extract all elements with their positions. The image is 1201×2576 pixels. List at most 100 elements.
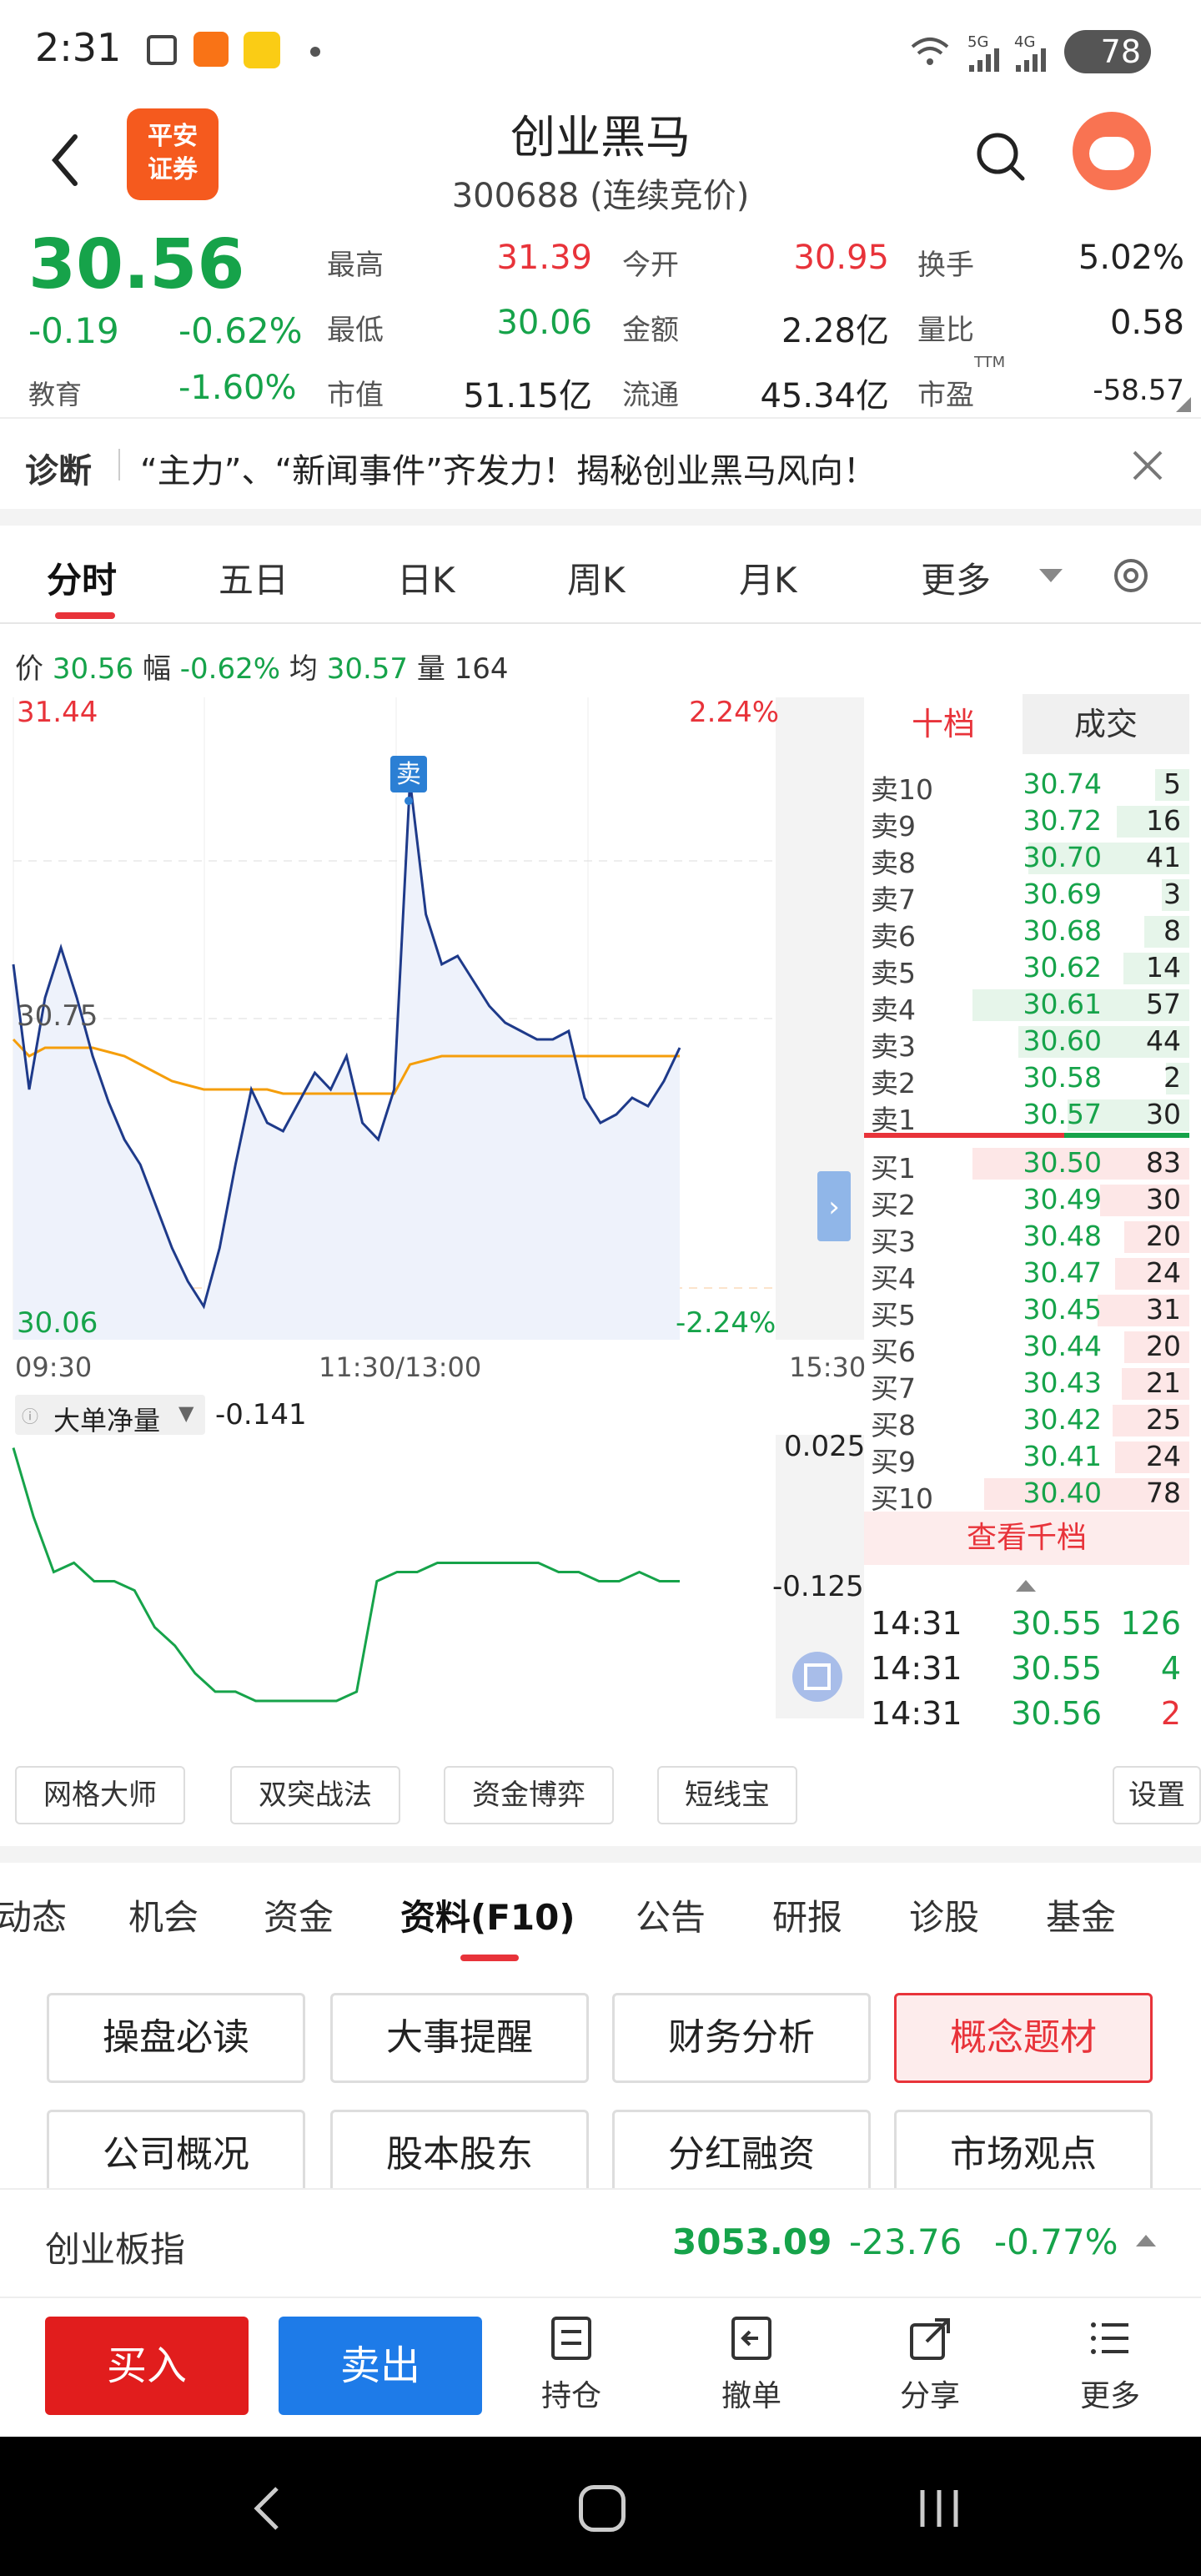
more-button[interactable]: 更多	[1064, 2315, 1156, 2432]
btn-dividends[interactable]: 分红融资	[612, 2110, 871, 2188]
bid-row[interactable]: 买8 30.42 25	[864, 1401, 1189, 1441]
x-label-mid: 11:30/13:00	[319, 1351, 482, 1383]
collapse-icon[interactable]	[1016, 1580, 1036, 1592]
ask-row[interactable]: 卖3 30.60 44	[864, 1023, 1189, 1063]
system-home-icon[interactable]	[579, 2485, 626, 2532]
bid-row[interactable]: 买3 30.48 20	[864, 1218, 1189, 1258]
indicator-chart[interactable]	[0, 1435, 864, 1745]
assistant-avatar[interactable]	[1073, 112, 1151, 190]
index-ticker[interactable]: 创业板指 3053.09 -23.76 -0.77%	[0, 2188, 1201, 2297]
ask-row[interactable]: 卖8 30.70 41	[864, 839, 1189, 879]
btn-concept-themes[interactable]: 概念题材	[894, 1993, 1153, 2083]
search-icon[interactable]	[974, 130, 1028, 184]
tab-daily-k[interactable]: 日K	[397, 552, 455, 603]
bid-row[interactable]: 买4 30.47 24	[864, 1255, 1189, 1295]
close-icon[interactable]	[1129, 447, 1166, 484]
tab-weekly-k[interactable]: 周K	[567, 552, 626, 603]
btn-company-profile[interactable]: 公司概况	[47, 2110, 305, 2188]
indicator-name: 大单净量	[53, 1405, 161, 1436]
index-value: 3053.09	[672, 2221, 832, 2262]
tab-opportunity[interactable]: 机会	[128, 1889, 198, 1940]
tab-announcements[interactable]: 公告	[636, 1889, 706, 1940]
ask-row[interactable]: 卖1 30.57 30	[864, 1096, 1189, 1136]
system-back-icon[interactable]	[247, 2483, 289, 2533]
bid-row[interactable]: 买1 30.50 83	[864, 1145, 1189, 1185]
view-more-levels-button[interactable]: 查看千档	[864, 1512, 1189, 1565]
ask-row[interactable]: 卖2 30.58 2	[864, 1059, 1189, 1099]
tab-f10[interactable]: 资料(F10)	[400, 1889, 575, 1940]
ask-row[interactable]: 卖5 30.62 14	[864, 949, 1189, 989]
bid-row[interactable]: 买9 30.41 24	[864, 1438, 1189, 1478]
tool-settings[interactable]: 设置	[1113, 1766, 1201, 1824]
ask-row[interactable]: 卖6 30.68 8	[864, 913, 1189, 953]
bid-row[interactable]: 买2 30.49 30	[864, 1181, 1189, 1221]
settings-gear-icon[interactable]	[1109, 554, 1153, 597]
position-button[interactable]: 持仓	[525, 2315, 617, 2432]
tab-research[interactable]: 研报	[772, 1889, 842, 1940]
indicator-selector[interactable]: ⓘ 大单净量 ▼	[15, 1395, 205, 1436]
ask-list: 卖10 30.74 5 卖9 30.72 16 卖8 30.70 41 卖7 30.69 3 卖6 30.…	[864, 766, 1189, 1136]
diagnosis-banner[interactable]: 诊断 “主力”、“新闻事件”齐发力！揭秘创业黑马风向！	[0, 417, 1201, 509]
level-volume: 3	[1163, 878, 1181, 910]
ask-row[interactable]: 卖9 30.72 16	[864, 802, 1189, 843]
cancel-order-label: 撤单	[721, 2379, 781, 2413]
order-book: 十档 成交 卖10 30.74 5 卖9 30.72 16 卖8 30.70 41 卖7 30.69…	[864, 694, 1201, 1745]
tab-intraday[interactable]: 分时	[47, 552, 117, 603]
tab-funds[interactable]: 资金	[264, 1889, 334, 1940]
level-volume: 2	[1163, 1061, 1181, 1094]
tool-fund-game[interactable]: 资金博弈	[444, 1766, 614, 1824]
level-label: 卖8	[871, 847, 916, 879]
ask-row[interactable]: 卖4 30.61 57	[864, 986, 1189, 1026]
screenshot-icon	[147, 35, 177, 65]
btn-event-reminder[interactable]: 大事提醒	[330, 1993, 589, 2083]
btn-shareholders[interactable]: 股本股东	[330, 2110, 589, 2188]
bid-row[interactable]: 买6 30.44 20	[864, 1328, 1189, 1368]
bid-ask-ratio-green	[1064, 1133, 1189, 1138]
tab-order-levels[interactable]: 十档	[864, 694, 1023, 754]
level-label: 买4	[871, 1262, 916, 1295]
fullscreen-button[interactable]	[792, 1652, 842, 1702]
share-button[interactable]: 分享	[884, 2315, 976, 2432]
bid-row[interactable]: 买7 30.43 21	[864, 1365, 1189, 1405]
quote-panel: 30.56 -0.19 -0.62% 教育 -1.60% 最高 31.39 今开…	[0, 225, 1201, 417]
level-volume: 57	[1146, 988, 1181, 1020]
system-recents-icon[interactable]	[914, 2487, 964, 2530]
bid-row[interactable]: 买5 30.45 31	[864, 1291, 1189, 1331]
btn-trading-guide[interactable]: 操盘必读	[47, 1993, 305, 2083]
tick-row: 14:31 30.55 4	[864, 1648, 1189, 1687]
tab-more[interactable]: 更多	[921, 552, 991, 603]
level-volume: 16	[1146, 804, 1181, 837]
wifi-icon	[911, 37, 949, 67]
tab-diagnose[interactable]: 诊股	[909, 1889, 979, 1940]
ask-row[interactable]: 卖10 30.74 5	[864, 766, 1189, 806]
dropdown-icon[interactable]	[1039, 569, 1063, 582]
tool-short-term[interactable]: 短线宝	[657, 1766, 797, 1824]
expand-corner-icon[interactable]	[1176, 397, 1191, 412]
tab-monthly-k[interactable]: 月K	[739, 552, 797, 603]
tab-funds-holdings[interactable]: 基金	[1046, 1889, 1116, 1940]
tick-price: 30.55	[1011, 1605, 1102, 1642]
tab-news[interactable]: 动态	[0, 1889, 67, 1940]
bid-row[interactable]: 买10 30.40 78	[864, 1475, 1189, 1515]
level-volume: 24	[1146, 1256, 1181, 1289]
tool-double-breakout[interactable]: 双突战法	[230, 1766, 400, 1824]
tab-five-day[interactable]: 五日	[219, 552, 289, 603]
diagnosis-label: 诊断	[25, 452, 92, 491]
signal-icon	[969, 48, 1003, 72]
expand-up-icon[interactable]	[1136, 2235, 1156, 2246]
sector-name[interactable]: 教育	[28, 374, 82, 412]
volratio-value: 0.58	[1109, 304, 1184, 342]
tool-grid-master[interactable]: 网格大师	[15, 1766, 185, 1824]
level-volume: 20	[1146, 1330, 1181, 1362]
back-icon[interactable]	[42, 127, 92, 194]
tab-trades[interactable]: 成交	[1023, 694, 1189, 754]
btn-financial-analysis[interactable]: 财务分析	[612, 1993, 871, 2083]
clock: 2:31	[35, 25, 122, 70]
btn-market-views[interactable]: 市场观点	[894, 2110, 1153, 2188]
buy-button[interactable]: 买入	[45, 2317, 249, 2415]
ask-row[interactable]: 卖7 30.69 3	[864, 876, 1189, 916]
cancel-order-button[interactable]: 撤单	[706, 2315, 797, 2432]
info-icon: ⓘ	[22, 1406, 38, 1426]
level-price: 30.72	[1023, 804, 1102, 837]
sell-button[interactable]: 卖出	[279, 2317, 482, 2415]
